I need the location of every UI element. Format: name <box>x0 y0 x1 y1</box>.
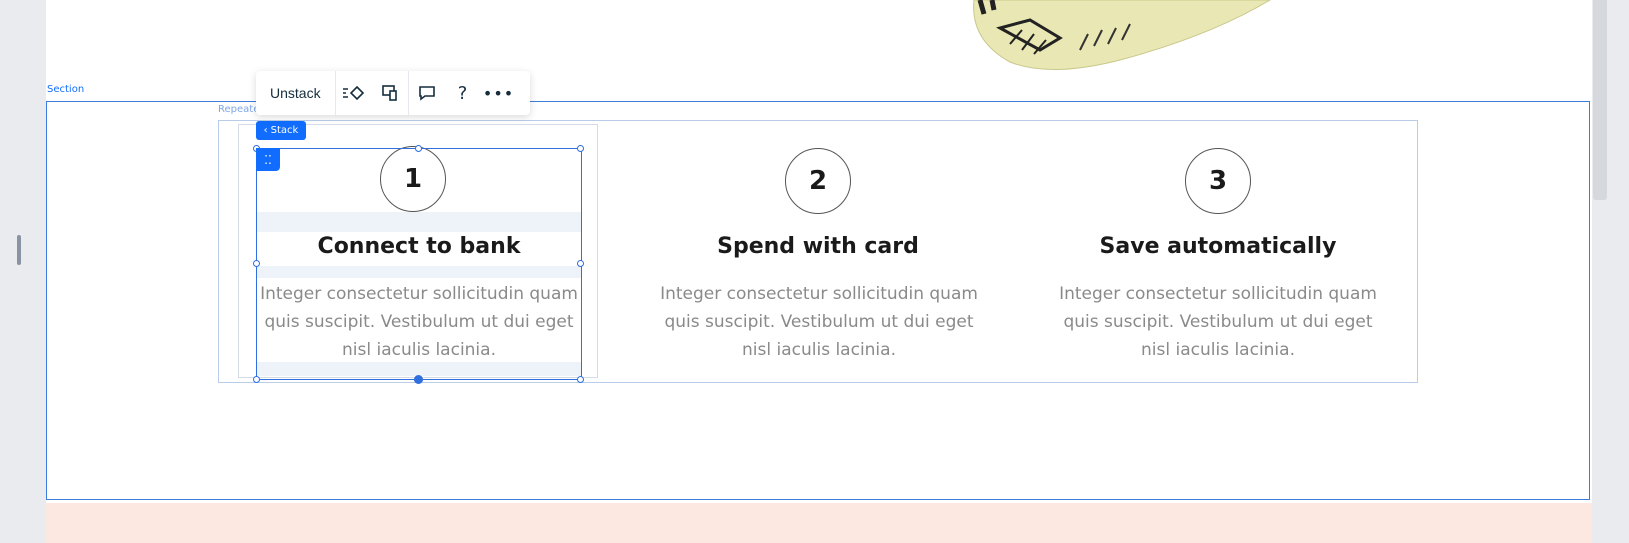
unstack-button[interactable]: Unstack <box>256 71 336 115</box>
step-title[interactable]: Save automatically <box>1018 234 1418 259</box>
resize-handle[interactable] <box>253 376 260 383</box>
stack-tag-label: Stack <box>270 125 299 136</box>
next-section[interactable] <box>46 503 1592 543</box>
step-number: 2 <box>808 166 828 196</box>
section-label: Section <box>47 84 85 95</box>
help-icon[interactable]: ? <box>445 71 481 115</box>
resize-handle[interactable] <box>577 260 584 267</box>
chevron-left-icon: ‹ <box>263 125 268 136</box>
floating-toolbar: Unstack ? ••• <box>256 71 530 115</box>
comment-icon[interactable] <box>409 71 445 115</box>
responsive-layout-icon[interactable] <box>372 71 408 115</box>
step-title[interactable]: Spend with card <box>618 234 1018 259</box>
step-description[interactable]: Integer consectetur sollicitudin quam qu… <box>659 280 979 364</box>
more-options-icon[interactable]: ••• <box>481 71 517 115</box>
step-number: 3 <box>1208 166 1228 196</box>
resize-handle[interactable] <box>577 145 584 152</box>
step-number-circle: 2 <box>785 148 851 214</box>
illustration-image <box>973 0 1271 71</box>
step-description[interactable]: Integer consectetur sollicitudin quam qu… <box>1058 280 1378 364</box>
scrollbar-thumb[interactable] <box>1593 0 1607 200</box>
resize-handle[interactable] <box>253 260 260 267</box>
stack-selection-box[interactable] <box>256 148 582 380</box>
panel-resize-handle[interactable] <box>17 235 21 265</box>
animation-icon[interactable] <box>336 71 372 115</box>
resize-handle[interactable] <box>414 375 423 384</box>
resize-handle[interactable] <box>415 145 422 152</box>
resize-handle[interactable] <box>577 376 584 383</box>
step-number-circle: 3 <box>1185 148 1251 214</box>
left-gutter <box>0 0 46 543</box>
stack-breadcrumb-tag[interactable]: ‹ Stack <box>256 121 306 140</box>
drag-handle-icon[interactable]: ⁚⁚ <box>256 148 280 171</box>
